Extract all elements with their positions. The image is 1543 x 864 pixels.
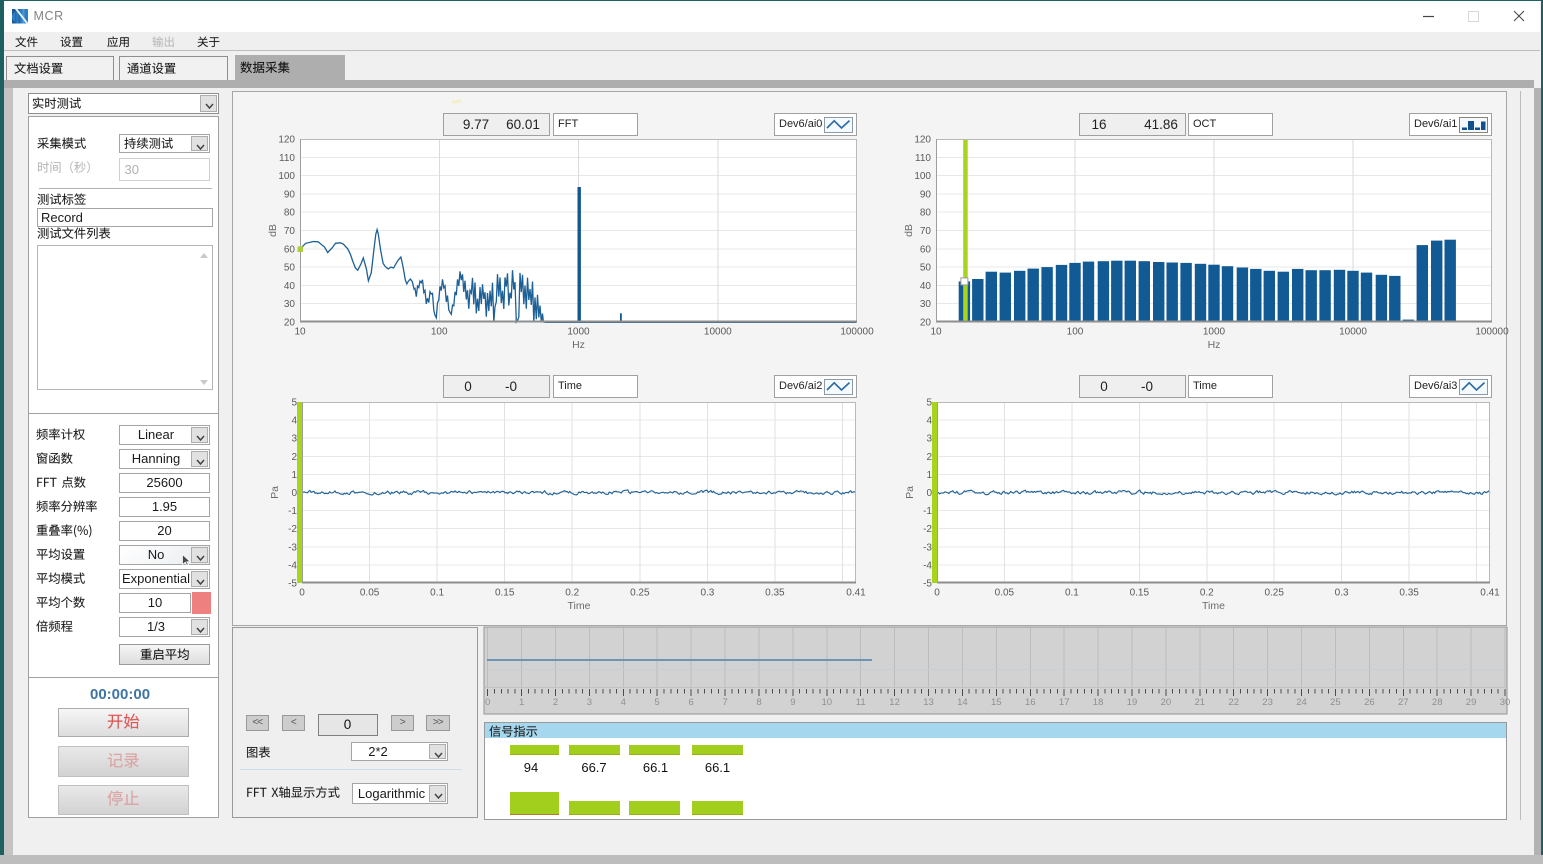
svg-text:11: 11 — [856, 697, 866, 708]
svg-text:29: 29 — [1466, 697, 1477, 708]
svg-text:26: 26 — [1364, 697, 1375, 708]
svg-text:10: 10 — [822, 697, 833, 708]
svg-text:7: 7 — [722, 697, 727, 708]
svg-text:15: 15 — [991, 697, 1002, 708]
svg-text:16: 16 — [1025, 697, 1036, 708]
svg-text:8: 8 — [756, 697, 761, 708]
svg-text:27: 27 — [1398, 697, 1409, 708]
svg-text:22: 22 — [1228, 697, 1239, 708]
svg-text:14: 14 — [957, 697, 968, 708]
svg-text:2: 2 — [553, 697, 558, 708]
svg-text:18: 18 — [1093, 697, 1104, 708]
svg-text:12: 12 — [889, 697, 900, 708]
svg-text:21: 21 — [1195, 697, 1206, 708]
svg-text:17: 17 — [1059, 697, 1070, 708]
svg-text:3: 3 — [587, 697, 592, 708]
svg-text:30: 30 — [1500, 697, 1511, 708]
svg-text:23: 23 — [1262, 697, 1273, 708]
svg-text:13: 13 — [923, 697, 934, 708]
svg-text:1: 1 — [519, 697, 524, 708]
svg-text:20: 20 — [1161, 697, 1172, 708]
svg-text:24: 24 — [1296, 697, 1307, 708]
svg-text:19: 19 — [1127, 697, 1138, 708]
svg-text:6: 6 — [689, 697, 694, 708]
svg-text:25: 25 — [1330, 697, 1341, 708]
svg-text:5: 5 — [655, 697, 660, 708]
svg-text:0: 0 — [485, 697, 490, 708]
svg-text:9: 9 — [790, 697, 795, 708]
svg-text:4: 4 — [621, 697, 626, 708]
svg-text:28: 28 — [1432, 697, 1443, 708]
